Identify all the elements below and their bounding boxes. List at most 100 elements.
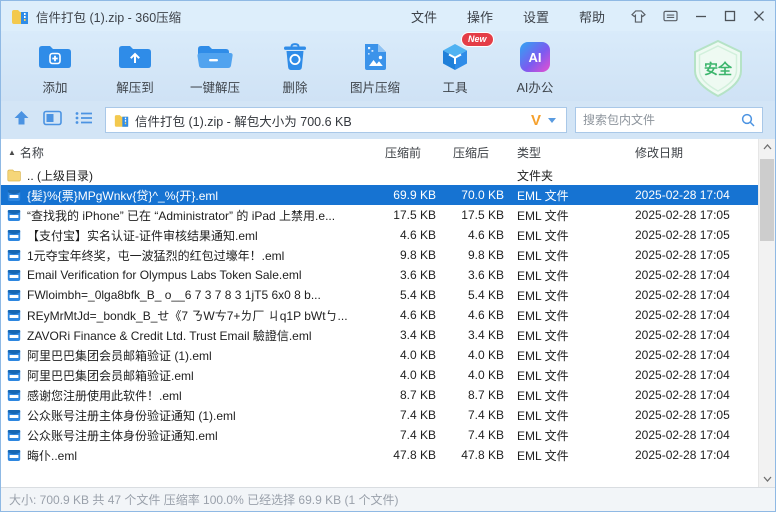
size-before: 3.6 KB [371,268,439,282]
toolbar: 添加 解压到 一键解压 删除 图片压缩 New [1,31,775,101]
eml-file-icon [7,269,21,282]
eml-file-icon [7,449,21,462]
theme-skin-icon[interactable] [631,10,646,23]
table-row[interactable]: REyMrMtJd=_bondk_B_せ《7 ㄋWㄘ7+ㄌ厂 ㄐq1P bWtㄅ… [1,305,758,325]
title-bar: 信件打包 (1).zip - 360压缩 文件 操作 设置 帮助 [1,1,775,31]
file-name: 阿里巴巴集团会员邮箱验证 (1).eml [27,347,212,364]
table-row[interactable]: 公众账号注册主体身份验证通知.eml 7.4 KB 7.4 KB EML 文件 … [1,425,758,445]
tools-button[interactable]: New 工具 [415,36,495,96]
up-directory-icon[interactable] [13,110,30,131]
file-name: “查找我的 iPhone” 已在 “Administrator” 的 iPad … [27,207,335,224]
one-click-extract-button[interactable]: 一键解压 [175,36,255,96]
search-box[interactable] [575,107,763,133]
table-row[interactable]: {髪}%{票}MPgWnkv{贷}^_%{开}.eml 69.9 KB 70.0… [1,185,758,205]
address-dropdown[interactable]: V [531,113,558,128]
modified-date: 2025-02-28 17:04 [625,448,758,462]
eml-file-icon [7,409,21,422]
file-type: EML 文件 [507,327,625,344]
column-header-after[interactable]: 压缩后 [439,144,507,161]
table-row[interactable]: 【支付宝】实名认证-证件审核结果通知.eml 4.6 KB 4.6 KB EML… [1,225,758,245]
extract-to-label: 解压到 [116,77,154,96]
address-bar[interactable]: 信件打包 (1).zip - 解包大小为 700.6 KB V [105,107,567,133]
column-header-date[interactable]: 修改日期 [625,144,758,161]
table-row[interactable]: “查找我的 iPhone” 已在 “Administrator” 的 iPad … [1,205,758,225]
menu-file[interactable]: 文件 [411,7,437,26]
modified-date: 2025-02-28 17:04 [625,428,758,442]
scroll-down-icon[interactable] [759,471,775,487]
menu-bar: 文件 操作 设置 帮助 [411,7,605,26]
eml-file-icon [7,369,21,382]
close-button[interactable] [753,10,765,22]
address-row: 信件打包 (1).zip - 解包大小为 700.6 KB V [1,101,775,139]
table-row[interactable]: 晦仆..eml 47.8 KB 47.8 KB EML 文件 2025-02-2… [1,445,758,465]
table-row[interactable]: 感谢您注册使用此软件！.eml 8.7 KB 8.7 KB EML 文件 202… [1,385,758,405]
size-before: 17.5 KB [371,208,439,222]
file-name: 公众账号注册主体身份验证通知.eml [27,427,218,444]
file-type: EML 文件 [507,387,625,404]
file-name: Email Verification for Olympus Labs Toke… [27,268,302,282]
file-name: ZAVORi Finance & Credit Ltd. Trust Email… [27,327,312,344]
file-type: 文件夹 [507,167,625,184]
window-title: 信件打包 (1).zip - 360压缩 [36,7,181,26]
table-row[interactable]: 阿里巴巴集团会员邮箱验证 (1).eml 4.0 KB 4.0 KB EML 文… [1,345,758,365]
column-header-name[interactable]: 名称 [20,144,371,161]
table-row[interactable]: FWloimbh=_0lga8bfk_B_ o__6 7 3 7 8 3 1jT… [1,285,758,305]
modified-date: 2025-02-28 17:05 [625,208,758,222]
size-before: 9.8 KB [371,248,439,262]
app-window: 信件打包 (1).zip - 360压缩 文件 操作 设置 帮助 [0,0,776,512]
table-row[interactable]: 公众账号注册主体身份验证通知 (1).eml 7.4 KB 7.4 KB EML… [1,405,758,425]
folder-add-icon [37,40,73,74]
size-after: 4.0 KB [439,348,507,362]
column-header-type[interactable]: 类型 [507,144,625,161]
nav-icons [13,110,93,131]
table-row[interactable]: 1元夺宝年终奖，屯一波猛烈的红包过壕年！.eml 9.8 KB 9.8 KB E… [1,245,758,265]
modified-date: 2025-02-28 17:04 [625,348,758,362]
menu-operation[interactable]: 操作 [467,7,493,26]
delete-button[interactable]: 删除 [255,36,335,96]
ai-office-button[interactable]: AI AI办公 [495,36,575,96]
size-after: 7.4 KB [439,428,507,442]
security-shield[interactable]: 安全 [689,39,747,99]
table-row[interactable]: .. (上级目录) 文件夹 [1,165,758,185]
menu-settings[interactable]: 设置 [523,7,549,26]
ai-office-label: AI办公 [517,77,554,96]
eml-file-icon [7,249,21,262]
size-after: 3.6 KB [439,268,507,282]
folder-icon [7,169,21,182]
scrollbar[interactable] [758,139,775,487]
size-after: 8.7 KB [439,388,507,402]
file-name: 1元夺宝年终奖，屯一波猛烈的红包过壕年！.eml [27,247,284,264]
scroll-up-icon[interactable] [759,139,775,155]
file-type: EML 文件 [507,267,625,284]
file-type: EML 文件 [507,207,625,224]
add-button[interactable]: 添加 [15,36,95,96]
trash-icon [281,40,309,74]
list-view-icon[interactable] [75,111,93,130]
image-compress-button[interactable]: 图片压缩 [335,36,415,96]
file-type: EML 文件 [507,447,625,464]
add-label: 添加 [42,77,67,96]
size-after: 4.6 KB [439,308,507,322]
search-icon[interactable] [741,113,755,127]
size-after: 4.6 KB [439,228,507,242]
eml-file-icon [7,189,21,202]
modified-date: 2025-02-28 17:05 [625,228,758,242]
feedback-icon[interactable] [663,10,678,23]
eml-file-icon [7,329,21,342]
maximize-button[interactable] [724,10,736,22]
menu-help[interactable]: 帮助 [579,7,605,26]
sort-ascending-icon[interactable]: ▲ [8,148,16,157]
image-compress-icon [361,40,389,74]
extract-to-button[interactable]: 解压到 [95,36,175,96]
chevron-down-icon [548,118,556,123]
table-row[interactable]: 阿里巴巴集团会员邮箱验证.eml 4.0 KB 4.0 KB EML 文件 20… [1,365,758,385]
search-input[interactable] [583,113,741,127]
column-header-before[interactable]: 压缩前 [371,144,439,161]
table-row[interactable]: ZAVORi Finance & Credit Ltd. Trust Email… [1,325,758,345]
preview-pane-icon[interactable] [43,110,62,131]
eml-file-icon [7,209,21,222]
file-type: EML 文件 [507,287,625,304]
table-row[interactable]: Email Verification for Olympus Labs Toke… [1,265,758,285]
scrollbar-thumb[interactable] [760,159,774,241]
minimize-button[interactable] [695,10,707,22]
